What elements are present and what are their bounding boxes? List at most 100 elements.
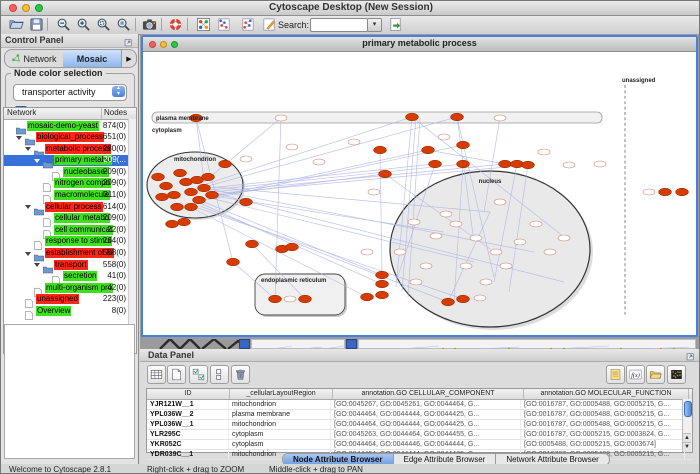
tree-row-cellular-metabo[interactable]: cellular metabo209(0) (4, 213, 136, 225)
annotations-icon[interactable] (259, 16, 279, 33)
tree-scrollbar[interactable] (128, 119, 136, 353)
network-window-titlebar[interactable]: primary metabolic process (143, 37, 696, 52)
tree-row-macromolecule[interactable]: macromolecule311(0) (4, 190, 136, 202)
tree-row-biological-process[interactable]: biological_process651(0) (4, 132, 136, 144)
expander-icon[interactable] (34, 159, 40, 163)
network-node-unselected[interactable] (480, 279, 492, 285)
app-titlebar[interactable]: Cytoscape Desktop (New Session) (1, 1, 700, 16)
network-node-unselected[interactable] (460, 263, 472, 269)
network-canvas[interactable]: plasma membranecytoplasmmitochondrionnuc… (144, 52, 695, 335)
fx-icon[interactable]: f(x) (626, 365, 645, 384)
new-attr-icon[interactable] (167, 365, 186, 384)
network-node[interactable] (171, 203, 184, 211)
network-node[interactable] (168, 191, 181, 199)
tree-row-cellular-process[interactable]: cellular process614(0) (4, 201, 136, 213)
tree-row-mosaic-demo-yeast[interactable]: mosaic-demo-yeast874(0) (4, 120, 136, 132)
table-scrollbar-thumb[interactable] (684, 401, 692, 417)
snapshot-icon[interactable] (139, 16, 159, 33)
network-node-unselected[interactable] (440, 211, 452, 217)
network-node-unselected[interactable] (563, 162, 575, 168)
expander-icon[interactable] (34, 263, 40, 267)
network-node-unselected[interactable] (430, 233, 442, 239)
network-node[interactable] (499, 160, 512, 168)
tree-row-cell-communicat[interactable]: cell communicat22(0) (4, 224, 136, 236)
network-node[interactable] (676, 188, 689, 196)
matrix-icon[interactable] (667, 365, 686, 384)
import-icon[interactable] (385, 16, 405, 33)
expander-icon[interactable] (16, 136, 22, 140)
network-node-unselected[interactable] (313, 159, 325, 165)
table-row-YKR052C[interactable]: YKR052Ccytoplasm[GO:0044464, GO:0044446,… (147, 440, 692, 450)
network-node[interactable] (379, 170, 392, 178)
tree-row-nucleobase-[interactable]: nucleobase-209(0) (4, 166, 136, 178)
column-header-0[interactable]: ID (147, 389, 230, 399)
network-node[interactable] (457, 160, 470, 168)
background-window-fragment[interactable] (358, 339, 696, 349)
background-window-fragment[interactable] (251, 339, 345, 349)
tab-mosaic[interactable]: Mosaic (63, 50, 121, 67)
network-node[interactable] (376, 271, 389, 279)
tree-row-response-to-stimul[interactable]: response to stimul264(0) (4, 236, 136, 248)
search-dropdown-arrow-icon[interactable]: ▾ (367, 18, 382, 32)
expander-icon[interactable] (25, 252, 31, 256)
zoom-out-icon[interactable] (53, 16, 73, 33)
network-node[interactable] (166, 220, 179, 228)
vizmapper-icon[interactable] (193, 16, 213, 33)
network-node[interactable] (457, 141, 470, 149)
layout-a-icon[interactable] (213, 16, 233, 33)
network-node[interactable] (286, 243, 299, 251)
network-node-unselected[interactable] (410, 279, 422, 285)
network-node[interactable] (240, 198, 253, 206)
network-node-unselected[interactable] (438, 134, 450, 140)
network-node[interactable] (193, 196, 206, 204)
network-node[interactable] (185, 203, 198, 211)
save-session-icon[interactable] (26, 16, 46, 33)
help-icon[interactable] (165, 16, 185, 33)
column-header-3[interactable]: annotation.GO MOLECULAR_FUNCTION (524, 389, 689, 399)
notes-icon[interactable] (606, 365, 625, 384)
network-node-unselected[interactable] (474, 295, 486, 301)
network-node-unselected[interactable] (408, 219, 420, 225)
network-node-unselected[interactable] (240, 156, 252, 162)
network-node-unselected[interactable] (361, 249, 373, 255)
network-node[interactable] (198, 184, 211, 192)
network-node-unselected[interactable] (500, 263, 512, 269)
birds-eye-view-panel[interactable] (4, 324, 135, 459)
network-node[interactable] (185, 188, 198, 196)
network-node[interactable] (174, 169, 187, 177)
tree-row-secretion[interactable]: secretion41(0) (4, 271, 136, 283)
network-node[interactable] (269, 295, 282, 303)
network-node-unselected[interactable] (558, 235, 570, 241)
network-node[interactable] (246, 240, 259, 248)
network-node-unselected[interactable] (275, 115, 287, 121)
network-node-unselected[interactable] (538, 149, 550, 155)
tree-row-primary-metabo[interactable]: primary metabo209(... (4, 155, 136, 167)
scroll-down-icon[interactable]: ▼ (683, 442, 691, 452)
table-row-YLR295C[interactable]: YLR295Ccytoplasm[GO:0045263, GO:0044464,… (147, 430, 692, 440)
network-node[interactable] (429, 160, 442, 168)
network-node[interactable] (299, 295, 312, 303)
tree-row-overview[interactable]: Overview8(0) (4, 306, 136, 318)
tree-row-nitrogen-compo[interactable]: nitrogen compo209(0) (4, 178, 136, 190)
network-graph[interactable]: plasma membranecytoplasmmitochondrionnuc… (144, 52, 695, 335)
network-node[interactable] (659, 188, 672, 196)
table-row-YPL036W__1[interactable]: YPL036W__1mitochondrion[GO:0044464, GO:0… (147, 420, 692, 430)
network-node-unselected[interactable] (450, 221, 462, 227)
attr-grid-icon[interactable] (147, 365, 166, 384)
network-node[interactable] (442, 298, 455, 306)
network-node[interactable] (206, 191, 219, 199)
network-node[interactable] (522, 161, 535, 169)
network-node[interactable] (422, 146, 435, 154)
background-window-corner[interactable] (346, 339, 357, 349)
network-node-unselected[interactable] (368, 189, 380, 195)
open-file-icon[interactable] (6, 16, 26, 33)
network-node[interactable] (160, 182, 173, 190)
table-row-YJR121W__1[interactable]: YJR121W__1mitochondrion[GO:0045267, GO:0… (147, 400, 692, 410)
network-node-unselected[interactable] (420, 263, 432, 269)
network-node[interactable] (374, 146, 387, 154)
network-node[interactable] (202, 173, 215, 181)
zoom-in-icon[interactable] (73, 16, 93, 33)
table-row-YPL036W__2[interactable]: YPL036W__2plasma membrane[GO:0044464, GO… (147, 410, 692, 420)
search-input[interactable] (310, 18, 368, 32)
network-node[interactable] (406, 113, 419, 121)
